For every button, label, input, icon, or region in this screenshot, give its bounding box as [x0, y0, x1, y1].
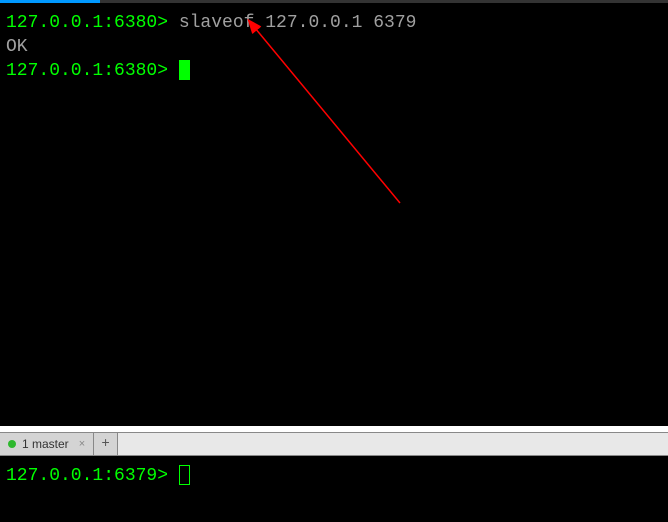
prompt-text: 127.0.0.1:6380>: [6, 13, 179, 33]
terminal-line: 127.0.0.1:6379>: [6, 464, 662, 488]
tab-bar: 1 master × +: [0, 432, 668, 456]
command-text: slaveof 127.0.0.1 6379: [179, 13, 417, 33]
prompt-text: 127.0.0.1:6380>: [6, 61, 179, 81]
terminal-upper-pane[interactable]: 127.0.0.1:6380> slaveof 127.0.0.1 6379 O…: [0, 3, 668, 426]
status-dot-icon: [8, 440, 16, 448]
terminal-line: 127.0.0.1:6380> slaveof 127.0.0.1 6379: [6, 11, 662, 35]
close-icon[interactable]: ×: [79, 438, 85, 450]
output-text: OK: [6, 37, 28, 57]
terminal-lower-pane[interactable]: 127.0.0.1:6379>: [0, 456, 668, 522]
cursor-icon: [179, 60, 190, 80]
prompt-text: 127.0.0.1:6379>: [6, 466, 179, 486]
tab-label: 1 master: [22, 437, 69, 451]
add-tab-button[interactable]: +: [94, 433, 118, 455]
terminal-line: OK: [6, 35, 662, 59]
cursor-icon: [179, 465, 190, 485]
plus-icon: +: [101, 436, 109, 452]
terminal-line: 127.0.0.1:6380>: [6, 59, 662, 83]
tab-master[interactable]: 1 master ×: [0, 433, 94, 455]
